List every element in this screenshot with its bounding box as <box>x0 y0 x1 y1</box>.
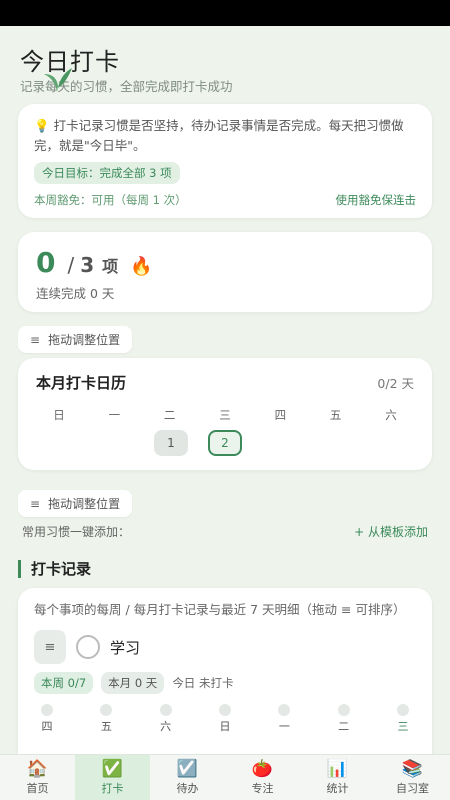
drag-handle-quick-add[interactable]: ≡ 拖动调整位置 <box>18 490 133 517</box>
tab-label: 统计 <box>326 782 349 795</box>
month-stat-badge: 本月 0 天 <box>101 672 165 694</box>
done-count: 0 <box>36 246 56 279</box>
calendar-count: 0/2 天 <box>377 376 414 391</box>
intro-card: 💡 打卡记录习惯是否坚持，待办记录事情是否完成。每天把习惯做完，就是"今日毕"。 … <box>18 104 432 218</box>
recent-day-label: 日 <box>219 720 231 733</box>
recent-day-label: 五 <box>100 720 112 733</box>
tab-label: 待办 <box>176 782 199 795</box>
tab-home[interactable]: 🏠 首页 <box>0 755 75 800</box>
tab-todo[interactable]: ☑️ 待办 <box>150 755 225 800</box>
calendar-card: 本月打卡日历 0/2 天 日 一 二 三 四 五 六 1 2 <box>18 358 432 470</box>
habit-name: 学习 <box>110 638 141 657</box>
habit-row: ≡ 学习 <box>34 630 416 664</box>
tab-label: 专注 <box>251 782 274 795</box>
count-unit: 项 <box>102 257 119 276</box>
recent-day-label: 六 <box>160 720 172 733</box>
use-exempt-button[interactable]: 使用豁免保连击 <box>336 192 417 208</box>
exempt-status: 本周豁免：可用（每周 1 次） <box>34 193 187 207</box>
recent-day: 五 <box>95 704 117 734</box>
progress-card: 0 / 3 项 🔥 连续完成 0 天 <box>18 232 432 312</box>
day-dot <box>218 704 231 716</box>
bottom-tab-bar: 🏠 首页 ✅ 打卡 ☑️ 待办 🍅 专注 📊 统计 📚 自习室 <box>0 754 450 800</box>
weekday-label: 三 <box>219 408 231 422</box>
drag-lines-icon: ≡ <box>30 497 41 511</box>
drag-label: 拖动调整位置 <box>48 333 121 347</box>
books-icon: 📚 <box>401 759 424 779</box>
recent-day-label: 三 <box>397 720 409 733</box>
day-dot <box>41 704 53 716</box>
intro-text: 打卡记录习惯是否坚持，待办记录事情是否完成。每天把习惯做完，就是"今日毕"。 <box>34 118 404 153</box>
recent-day: 三 <box>392 704 414 734</box>
drag-label: 拖动调整位置 <box>48 497 121 511</box>
recent-days-row: 四 五 六 日 一 二 三 <box>34 704 416 734</box>
calendar-day-today[interactable]: 2 <box>208 430 242 456</box>
week-stat-badge: 本周 0/7 <box>34 672 94 694</box>
tab-stats[interactable]: 📊 统计 <box>300 755 375 800</box>
calendar-days: 1 2 <box>154 430 242 456</box>
todo-icon: ☑️ <box>176 759 199 779</box>
exempt-row: 本周豁免：可用（每周 1 次） 使用豁免保连击 <box>34 192 416 208</box>
today-status: 今日 未打卡 <box>172 676 234 690</box>
habit-checkbox[interactable] <box>76 635 100 659</box>
records-card: 每个事项的每周 / 每月打卡记录与最近 7 天明细（拖动 ≡ 可排序） ≡ 学习… <box>18 588 432 768</box>
recent-day-label: 一 <box>278 720 290 733</box>
weekday-header: 日 一 二 三 四 五 六 <box>36 407 414 423</box>
day-dot <box>396 704 409 716</box>
day-dot <box>159 704 172 716</box>
calendar-day[interactable]: 1 <box>154 430 188 456</box>
count-separator: / <box>67 253 75 277</box>
leaf-icon <box>44 68 72 92</box>
weekday-label: 二 <box>163 408 176 422</box>
recent-day-label: 二 <box>338 720 350 733</box>
habit-stats: 本周 0/7 本月 0 天 今日 未打卡 <box>34 672 416 694</box>
records-description: 每个事项的每周 / 每月打卡记录与最近 7 天明细（拖动 ≡ 可排序） <box>34 602 406 617</box>
tab-focus[interactable]: 🍅 专注 <box>225 755 300 800</box>
tab-label: 打卡 <box>101 782 124 795</box>
recent-day: 一 <box>273 704 295 734</box>
home-icon: 🏠 <box>26 759 49 779</box>
lightbulb-icon: 💡 <box>34 118 50 133</box>
day-dot <box>278 704 291 716</box>
drag-handle-calendar[interactable]: ≡ 拖动调整位置 <box>18 326 133 353</box>
weekday-label: 日 <box>53 408 65 422</box>
records-section-title: 打卡记录 <box>18 560 91 578</box>
add-from-template-button[interactable]: + 从模板添加 <box>354 523 428 540</box>
sort-handle[interactable]: ≡ <box>34 630 66 664</box>
recent-day-label: 四 <box>41 720 53 733</box>
stats-icon: 📊 <box>326 759 349 779</box>
daily-goal-badge: 今日目标：完成全部 3 项 <box>34 162 180 184</box>
weekday-label: 六 <box>385 408 397 422</box>
recent-day: 六 <box>155 704 177 734</box>
tab-checkin[interactable]: ✅ 打卡 <box>75 755 150 800</box>
calendar-title: 本月打卡日历 <box>36 374 127 392</box>
status-bar <box>0 0 450 26</box>
weekday-label: 五 <box>329 408 342 422</box>
weekday-label: 四 <box>274 408 287 422</box>
fire-icon: 🔥 <box>130 256 153 277</box>
tab-label: 自习室 <box>396 782 429 795</box>
recent-day: 二 <box>333 704 355 734</box>
check-icon: ✅ <box>101 759 124 779</box>
drag-lines-icon: ≡ <box>30 333 41 347</box>
recent-day: 日 <box>214 704 236 734</box>
tab-label: 首页 <box>26 782 49 795</box>
drag-lines-icon: ≡ <box>44 639 56 655</box>
weekday-label: 一 <box>108 408 121 422</box>
quick-add-label: 常用习惯一键添加： <box>22 525 131 539</box>
streak-text: 连续完成 0 天 <box>36 286 115 301</box>
tab-study-room[interactable]: 📚 自习室 <box>375 755 450 800</box>
total-count: 3 <box>80 253 95 277</box>
recent-day: 四 <box>36 704 58 734</box>
day-dot <box>100 704 113 716</box>
tomato-icon: 🍅 <box>251 759 274 779</box>
intro-text-block: 💡 打卡记录习惯是否坚持，待办记录事情是否完成。每天把习惯做完，就是"今日毕"。 <box>34 116 416 156</box>
day-dot <box>337 704 350 716</box>
